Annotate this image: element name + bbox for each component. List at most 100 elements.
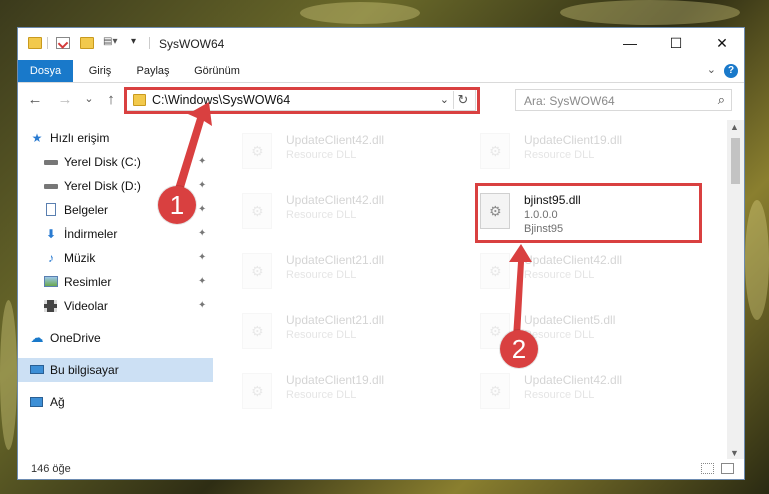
sidebar-item-label: Yerel Disk (C:) (64, 155, 141, 169)
sidebar-item-network[interactable]: Ağ (18, 390, 213, 414)
search-input[interactable]: Ara: SysWOW64 ⌕ (515, 89, 732, 111)
wallpaper-spot (560, 0, 740, 25)
sidebar-item-onedrive[interactable]: ☁ OneDrive (18, 326, 213, 350)
recent-locations-button[interactable]: ⌄ (80, 92, 98, 105)
file-type: Resource DLL (524, 389, 595, 401)
sidebar-item-pictures[interactable]: Resimler ✦ (18, 270, 213, 294)
sidebar-item-label: Hızlı erişim (50, 131, 110, 145)
file-name: UpdateClient21.dll (286, 253, 385, 267)
new-folder-icon[interactable] (80, 37, 94, 49)
step-badge-1: 1 (158, 186, 196, 224)
sidebar-item-disk-c[interactable]: Yerel Disk (C:) ✦ (18, 150, 213, 174)
tab-view[interactable]: Görünüm (188, 60, 246, 82)
file-item[interactable]: ⚙ UpdateClient42.dll Resource DLL (216, 185, 436, 235)
file-name: UpdateClient42.dll (524, 253, 623, 267)
pin-icon: ✦ (198, 228, 207, 239)
maximize-button[interactable]: ☐ (653, 28, 699, 58)
pin-icon: ✦ (198, 204, 207, 215)
explorer-window: ▤▾ ▾ SysWOW64 — ☐ ✕ Dosya Giriş Paylaş G… (17, 27, 745, 480)
navigation-pane: ★ Hızlı erişim Yerel Disk (C:) ✦ Yerel D… (18, 120, 213, 460)
up-button[interactable]: ↑ (102, 91, 120, 108)
file-item[interactable]: ⚙ UpdateClient5.dll Resource DLL (454, 305, 674, 355)
file-type: Resource DLL (524, 149, 595, 161)
pin-icon: ✦ (198, 180, 207, 191)
file-item[interactable]: ⚙ UpdateClient19.dll Resource DLL (216, 365, 436, 415)
file-name: UpdateClient42.dll (286, 193, 385, 207)
file-item[interactable]: ⚙ UpdateClient21.dll Resource DLL (216, 245, 436, 295)
file-item[interactable]: ⚙ UpdateClient42.dll Resource DLL (216, 125, 436, 175)
file-item[interactable]: ⚙ UpdateClient42.dll Resource DLL (454, 245, 674, 295)
quick-access-dropdown-icon[interactable]: ▾ (131, 36, 145, 48)
sidebar-item-label: Bu bilgisayar (50, 363, 119, 377)
window-title: SysWOW64 (159, 37, 225, 51)
file-name: UpdateClient42.dll (286, 133, 385, 147)
large-icons-view-icon[interactable] (721, 463, 734, 474)
file-item[interactable]: ⚙ UpdateClient42.dll Resource DLL (454, 365, 674, 415)
file-type: Resource DLL (524, 269, 595, 281)
cloud-icon: ☁ (30, 330, 44, 345)
properties-icon[interactable] (56, 37, 70, 49)
pin-icon: ✦ (198, 276, 207, 287)
scroll-down-icon[interactable]: ▼ (730, 448, 739, 458)
step-badge-2: 2 (500, 330, 538, 368)
scrollbar-thumb[interactable] (731, 138, 740, 184)
file-type: Resource DLL (286, 329, 357, 341)
sidebar-item-videos[interactable]: Videolar ✦ (18, 294, 213, 318)
dll-file-icon: ⚙ (480, 373, 510, 409)
tab-share[interactable]: Paylaş (130, 60, 176, 82)
file-item[interactable]: ⚙ UpdateClient19.dll Resource DLL (454, 125, 674, 175)
minimize-button[interactable]: — (607, 28, 653, 58)
file-highlight-box (475, 183, 702, 243)
sidebar-item-label: Belgeler (64, 203, 109, 217)
ribbon-expand-icon[interactable]: ⌄ (707, 63, 716, 76)
help-icon[interactable]: ? (724, 64, 738, 78)
pin-icon: ✦ (198, 252, 207, 263)
sidebar-item-quick-access[interactable]: ★ Hızlı erişim (18, 126, 213, 150)
video-icon (44, 299, 58, 313)
sidebar-item-this-pc[interactable]: Bu bilgisayar (18, 358, 213, 382)
scroll-up-icon[interactable]: ▲ (730, 122, 739, 132)
details-view-icon[interactable] (701, 463, 714, 474)
item-count: 146 öğe (31, 463, 71, 475)
sidebar-item-label: Yerel Disk (D:) (64, 179, 141, 193)
wallpaper-spot (300, 2, 420, 24)
tab-home[interactable]: Giriş (80, 60, 120, 82)
network-icon (30, 395, 44, 409)
dll-file-icon: ⚙ (480, 133, 510, 169)
file-name: UpdateClient21.dll (286, 313, 385, 327)
search-icon[interactable]: ⌕ (718, 92, 725, 108)
dll-file-icon: ⚙ (242, 253, 272, 289)
file-type: Resource DLL (286, 149, 357, 161)
forward-button[interactable]: → (56, 91, 74, 108)
ribbon-tabs: Dosya Giriş Paylaş Görünüm ⌄ ? (18, 60, 744, 83)
dll-file-icon: ⚙ (242, 373, 272, 409)
tab-file[interactable]: Dosya (18, 60, 73, 82)
file-type: Resource DLL (286, 389, 357, 401)
pin-icon: ✦ (198, 300, 207, 311)
status-bar: 146 öğe (18, 459, 744, 479)
close-button[interactable]: ✕ (699, 28, 745, 58)
sidebar-item-label: Resimler (64, 275, 112, 289)
sidebar-item-label: Müzik (64, 251, 96, 265)
divider (149, 37, 150, 49)
address-highlight-box (124, 87, 480, 114)
drive-icon (44, 179, 58, 193)
divider (47, 37, 48, 49)
customize-icon[interactable]: ▤▾ (103, 36, 123, 48)
music-icon: ♪ (48, 251, 54, 265)
download-icon: ⬇ (45, 227, 57, 241)
file-item[interactable]: ⚙ UpdateClient21.dll Resource DLL (216, 305, 436, 355)
file-name: UpdateClient19.dll (524, 133, 623, 147)
file-list: ⚙ UpdateClient42.dll Resource DLL ⚙ Upda… (216, 120, 729, 460)
star-icon: ★ (31, 131, 43, 145)
vertical-scrollbar[interactable]: ▲ ▼ (727, 120, 744, 460)
sidebar-item-music[interactable]: ♪ Müzik ✦ (18, 246, 213, 270)
title-bar: ▤▾ ▾ SysWOW64 — ☐ ✕ (18, 28, 744, 60)
file-name: UpdateClient5.dll (524, 313, 616, 327)
sidebar-item-label: OneDrive (50, 331, 101, 345)
back-button[interactable]: ← (26, 91, 44, 108)
pin-icon: ✦ (198, 156, 207, 167)
sidebar-item-downloads[interactable]: ⬇ İndirmeler ✦ (18, 222, 213, 246)
file-name: UpdateClient42.dll (524, 373, 623, 387)
computer-icon (30, 363, 44, 377)
